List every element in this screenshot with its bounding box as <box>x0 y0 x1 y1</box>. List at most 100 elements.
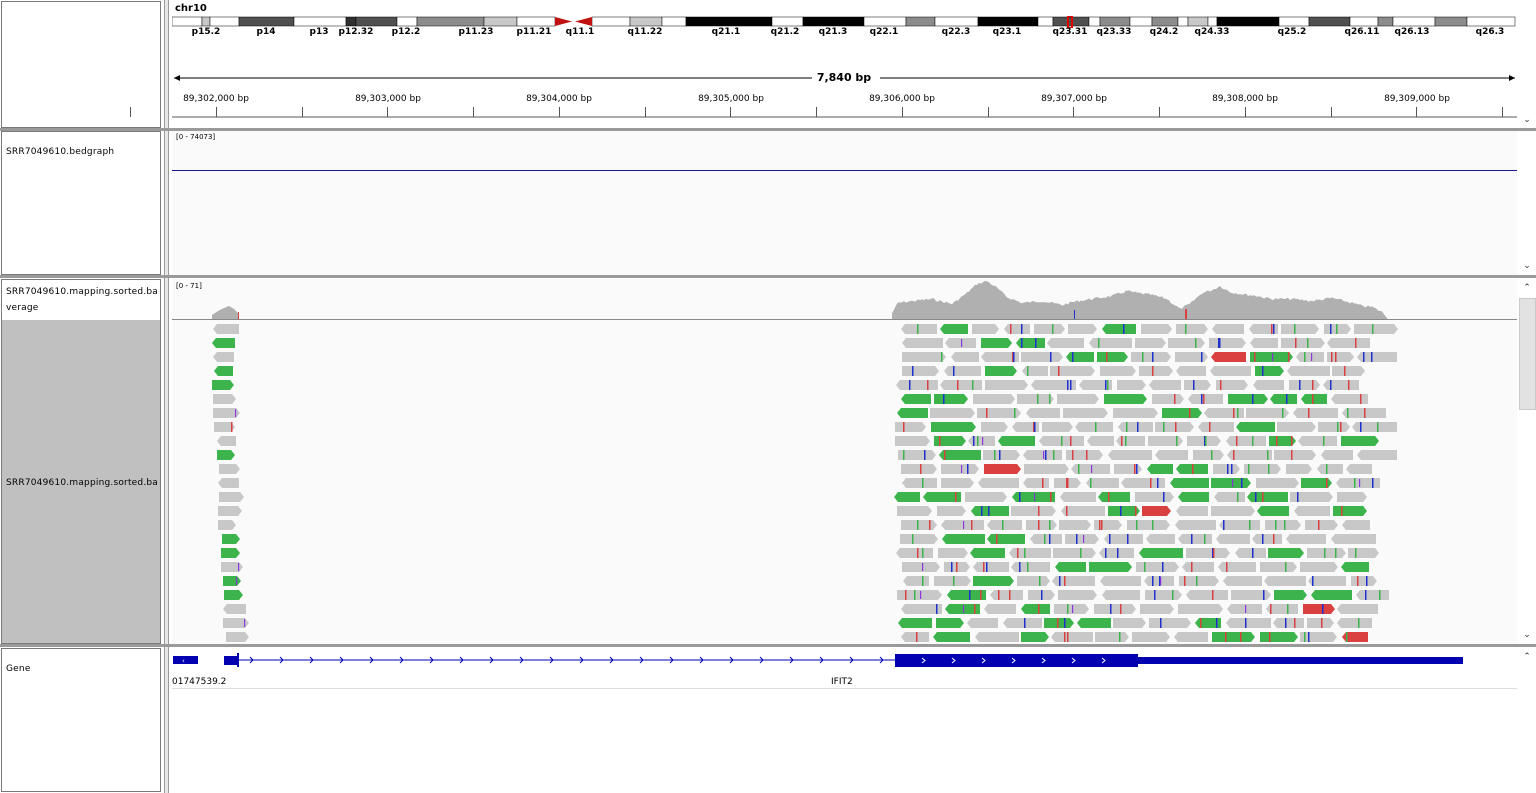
aligned-read[interactable] <box>1113 618 1146 628</box>
gene-feature-ifit2-label[interactable]: IFIT2 <box>831 677 853 687</box>
aligned-read[interactable] <box>1337 492 1367 502</box>
aligned-read[interactable] <box>930 408 975 418</box>
aligned-read[interactable] <box>1176 324 1208 334</box>
aligned-read[interactable] <box>901 464 937 474</box>
aligned-read[interactable] <box>214 366 233 376</box>
aligned-read[interactable] <box>1097 352 1128 362</box>
alignment-divider[interactable] <box>0 644 1536 647</box>
aligned-read[interactable] <box>898 618 932 628</box>
aligned-read[interactable] <box>987 534 1025 544</box>
aligned-read[interactable] <box>1017 576 1050 586</box>
aligned-read[interactable] <box>978 478 1019 488</box>
aligned-read[interactable] <box>1321 450 1353 460</box>
aligned-read[interactable] <box>981 338 1012 348</box>
coverage-track-name-line2[interactable]: verage <box>6 303 39 313</box>
aligned-read[interactable] <box>1162 408 1202 418</box>
aligned-read[interactable] <box>1247 492 1288 502</box>
aligned-read[interactable] <box>224 590 243 600</box>
aligned-read[interactable] <box>1059 520 1091 530</box>
aligned-read[interactable] <box>1100 366 1136 376</box>
aligned-read[interactable] <box>1063 408 1108 418</box>
aligned-read[interactable] <box>1216 534 1250 544</box>
aligned-read[interactable] <box>1024 464 1069 474</box>
aligned-read[interactable] <box>998 436 1035 446</box>
aligned-read[interactable] <box>1268 548 1304 558</box>
aligned-read[interactable] <box>1023 478 1049 488</box>
aligned-read[interactable] <box>213 352 234 362</box>
aligned-read[interactable] <box>1003 618 1042 628</box>
aligned-read[interactable] <box>1273 618 1304 628</box>
aligned-read[interactable] <box>1211 506 1255 516</box>
aligned-read[interactable] <box>217 450 235 460</box>
aligned-read[interactable] <box>1152 394 1184 404</box>
aligned-read[interactable] <box>222 534 240 544</box>
aligned-read[interactable] <box>1066 450 1103 460</box>
aligned-read[interactable] <box>1188 394 1223 404</box>
aligned-read[interactable] <box>212 380 234 390</box>
aligned-read[interactable] <box>1337 604 1378 614</box>
aligned-read[interactable] <box>1030 534 1062 544</box>
aligned-read[interactable] <box>1102 590 1140 600</box>
aligned-read[interactable] <box>1198 422 1234 432</box>
aligned-read[interactable] <box>972 324 999 334</box>
aligned-read[interactable] <box>985 366 1017 376</box>
aligned-read[interactable] <box>1257 506 1289 516</box>
aligned-read[interactable] <box>1265 520 1301 530</box>
aligned-read[interactable] <box>1327 338 1370 348</box>
aligned-read[interactable] <box>902 366 939 376</box>
aligned-read[interactable] <box>1052 576 1095 586</box>
aligned-read[interactable] <box>1212 632 1255 642</box>
aligned-read[interactable] <box>965 492 1007 502</box>
aligned-read[interactable] <box>1341 562 1369 572</box>
aligned-read[interactable] <box>1214 492 1245 502</box>
aligned-read[interactable] <box>1145 590 1182 600</box>
aligned-read[interactable] <box>1277 422 1316 432</box>
aligned-read[interactable] <box>900 534 938 544</box>
aligned-read[interactable] <box>1231 590 1271 600</box>
aligned-read[interactable] <box>967 618 998 628</box>
aligned-read[interactable] <box>1042 422 1073 432</box>
aligned-read[interactable] <box>1337 618 1372 628</box>
aligned-read[interactable] <box>1113 408 1158 418</box>
aligned-read[interactable] <box>1287 366 1330 376</box>
aligned-read[interactable] <box>1095 632 1129 642</box>
aligned-read[interactable] <box>944 366 981 376</box>
bedgraph-track-name[interactable]: SRR7049610.bedgraph <box>6 147 114 157</box>
aligned-read[interactable] <box>1351 576 1377 586</box>
aligned-read[interactable] <box>1228 394 1268 404</box>
aligned-read[interactable] <box>1193 450 1224 460</box>
aligned-read[interactable] <box>1089 338 1132 348</box>
aligned-read[interactable] <box>1127 520 1170 530</box>
aligned-read[interactable] <box>981 422 1008 432</box>
aligned-read[interactable] <box>1226 436 1266 446</box>
aligned-read[interactable] <box>1289 380 1320 390</box>
aligned-read[interactable] <box>1175 352 1208 362</box>
aligned-read[interactable] <box>1089 562 1132 572</box>
aligned-read[interactable] <box>213 394 236 404</box>
aligned-read[interactable] <box>1331 394 1368 404</box>
aligned-read[interactable] <box>217 436 236 446</box>
aligned-read[interactable] <box>1209 338 1246 348</box>
aligned-read[interactable] <box>1004 324 1030 334</box>
aligned-read[interactable] <box>1352 422 1397 432</box>
aligned-read[interactable] <box>1068 324 1097 334</box>
aligned-read[interactable] <box>933 632 970 642</box>
aligned-read[interactable] <box>973 562 1009 572</box>
aligned-read[interactable] <box>983 450 1020 460</box>
aligned-read[interactable] <box>1210 366 1251 376</box>
aligned-read[interactable] <box>1131 352 1171 362</box>
aligned-read[interactable] <box>1213 464 1240 474</box>
aligned-read[interactable] <box>1255 366 1284 376</box>
aligned-read[interactable] <box>1300 562 1338 572</box>
aligned-read[interactable] <box>902 338 943 348</box>
aligned-read[interactable] <box>940 324 968 334</box>
bedgraph-track[interactable]: [0 - 74073] <box>172 131 1517 275</box>
aligned-read[interactable] <box>223 604 246 614</box>
aligned-read[interactable] <box>1116 436 1145 446</box>
aligned-read[interactable] <box>1139 548 1183 558</box>
aligned-read[interactable] <box>221 548 240 558</box>
aligned-read[interactable] <box>1034 324 1065 334</box>
aligned-read[interactable] <box>1099 548 1134 558</box>
aligned-read[interactable] <box>1009 548 1051 558</box>
gene-feature-left-label[interactable]: 01747539.2 <box>172 677 226 687</box>
